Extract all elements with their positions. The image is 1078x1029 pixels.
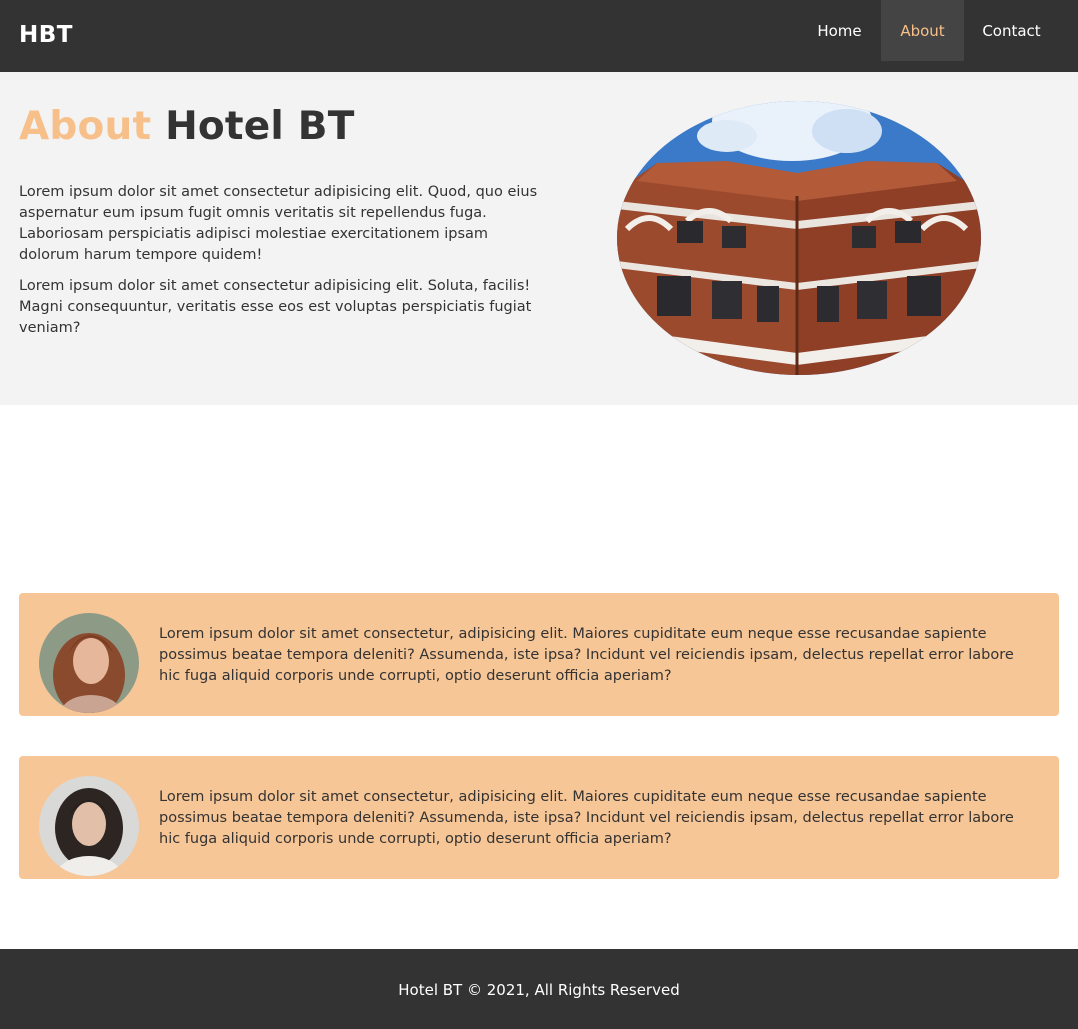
hotel-building-image (617, 101, 981, 375)
nav-link-home[interactable]: Home (798, 0, 881, 61)
nav-link-about[interactable]: About (881, 0, 964, 61)
avatar (39, 613, 139, 713)
testimonial-text: Lorem ipsum dolor sit amet consectetur, … (159, 626, 1014, 684)
footer-copyright: Hotel BT © 2021, All Rights Reserved (398, 981, 680, 999)
about-paragraph-2: Lorem ipsum dolor sit amet consectetur a… (19, 278, 532, 336)
about-heading-accent: About (19, 104, 152, 149)
avatar (39, 776, 139, 876)
footer: Hotel BT © 2021, All Rights Reserved (0, 949, 1078, 1029)
testimonial-card: Lorem ipsum dolor sit amet consectetur, … (19, 593, 1059, 716)
navbar: HBT Home About Contact (0, 0, 1078, 72)
about-section: About Hotel BT Lorem ipsum dolor sit ame… (0, 72, 1078, 405)
about-paragraph-1: Lorem ipsum dolor sit amet consectetur a… (19, 184, 538, 263)
nav-link-contact[interactable]: Contact (964, 0, 1059, 61)
testimonial-card: Lorem ipsum dolor sit amet consectetur, … (19, 756, 1059, 879)
testimonial-text: Lorem ipsum dolor sit amet consectetur, … (159, 789, 1014, 847)
about-heading-rest: Hotel BT (165, 104, 355, 149)
site-logo[interactable]: HBT (19, 22, 73, 48)
about-heading: About Hotel BT (19, 104, 355, 149)
